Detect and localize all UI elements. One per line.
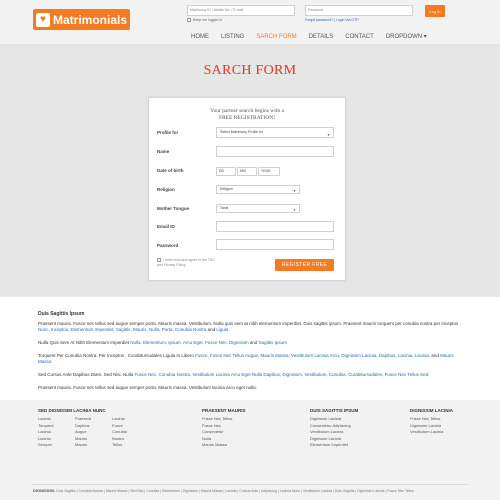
keep-logged-label: Keep me logged in bbox=[193, 18, 223, 22]
footer-col-list: Lacinia Praesent Lacinia Torquent Dapibu… bbox=[38, 416, 149, 449]
footer-col-2: PRAESENT MAURIS Fusce Nec Tellus Fusce N… bbox=[202, 408, 246, 449]
paragraph-text: Nulla Quis Sem At Nibh Elementum Imperdi… bbox=[38, 340, 131, 345]
chevron-down-icon: ▼ bbox=[293, 208, 296, 212]
dob-year-select[interactable]: YEAR bbox=[258, 167, 280, 176]
chevron-down-icon: ▼ bbox=[293, 189, 296, 193]
content-paragraph-5: Praesent mauris. Fusce nec tellus sed au… bbox=[38, 385, 257, 390]
name-label: Name bbox=[157, 149, 170, 154]
paragraph-text: Sed Cursus Ante Dapibus Diam. Sed Nisi. … bbox=[38, 372, 135, 377]
email-label: Email ID bbox=[157, 224, 175, 229]
nav-home[interactable]: HOME bbox=[185, 32, 215, 42]
login-otp-link[interactable]: Login Via OTP bbox=[336, 18, 359, 22]
content-section: Duis Sagittis Ipsum Praesent mauris. Fus… bbox=[38, 311, 468, 398]
site-logo[interactable]: ♥ Matrimonials bbox=[33, 9, 130, 30]
nav-contact[interactable]: CONTACT bbox=[339, 32, 380, 42]
chevron-down-icon: ▼ bbox=[327, 133, 330, 137]
dob-month-select[interactable]: MM bbox=[237, 167, 257, 176]
profile-for-value: Select Matrimony Profile for bbox=[220, 130, 263, 134]
form-heading-line1: Your partner search begins with a bbox=[210, 108, 284, 114]
terms-agreement[interactable]: I have read and agree to the T&C and Pri… bbox=[157, 258, 217, 268]
nav-listing[interactable]: LISTING bbox=[215, 32, 250, 42]
footer-link[interactable]: Tellus bbox=[112, 442, 149, 449]
email-field[interactable] bbox=[216, 221, 334, 232]
profile-for-label: Profile for bbox=[157, 130, 179, 135]
paragraph-text: Torquent Per Conubia Nostra. Per Incepto… bbox=[38, 353, 196, 358]
footer-col-3: DUIS SAGITTIS IPSUM Dignissim Lacinia Co… bbox=[310, 408, 358, 449]
terms-checkbox[interactable] bbox=[157, 258, 161, 263]
paragraph-links[interactable]: Fusce, Fusce Nec Tellus Augue, Mauris Ma… bbox=[195, 353, 430, 358]
footer-tags: DIGNISSIM: Duis Sagittis | Conubia Nostr… bbox=[33, 488, 469, 494]
footer-link[interactable]: Mauris Massa bbox=[202, 442, 246, 449]
paragraph-links[interactable]: Nunc, Inceptos, Elementum Imperdiet, Sag… bbox=[38, 327, 206, 332]
login-password-placeholder: Password bbox=[308, 8, 324, 12]
footer-divider bbox=[32, 484, 468, 485]
dob-year-value: YEAR bbox=[261, 169, 271, 173]
paragraph-links[interactable]: Nulla, Elementum, Ipsum, Arcu Eget, Fusc… bbox=[130, 340, 248, 345]
mother-tongue-select[interactable]: Tamil ▼ bbox=[216, 204, 300, 213]
login-links: Forgot password? | Login Via OTP bbox=[305, 18, 359, 22]
religion-value: Religion bbox=[220, 187, 233, 191]
password-field[interactable] bbox=[216, 239, 334, 250]
footer-col-list: Fusce Nec Tellus Dignissim Lacinia Vesti… bbox=[410, 416, 453, 436]
religion-select[interactable]: Religion ▼ bbox=[216, 185, 300, 194]
keep-logged-checkbox[interactable] bbox=[187, 18, 191, 22]
content-paragraph-4: Sed Cursus Ante Dapibus Diam. Sed Nisi. … bbox=[38, 372, 468, 378]
dob-day-value: DD bbox=[219, 169, 225, 173]
footer-link[interactable]: Elementum Imperdiet bbox=[310, 442, 358, 449]
content-heading: Duis Sagittis Ipsum bbox=[38, 311, 85, 317]
mother-tongue-label: Mother Tongue bbox=[157, 206, 190, 211]
login-id-placeholder: Matrimony ID / Mobile No. / E-mail bbox=[190, 8, 244, 12]
paragraph-text: and bbox=[248, 340, 259, 345]
heart-icon: ♥ bbox=[36, 12, 50, 27]
keep-logged-in[interactable]: Keep me logged in bbox=[187, 18, 222, 22]
footer-link[interactable]: Mauris bbox=[75, 442, 112, 449]
dob-month-value: MM bbox=[240, 169, 246, 173]
register-free-button[interactable]: REGISTER FREE bbox=[275, 259, 334, 271]
login-button[interactable]: Log in bbox=[425, 5, 445, 17]
form-heading-line2: FREE REGISTRATION! bbox=[218, 115, 276, 121]
footer-col-title: SED DIGNISSIM LACINIA NUNC bbox=[38, 408, 106, 413]
forgot-password-link[interactable]: Forgot password? bbox=[305, 18, 333, 22]
content-paragraph-3: Torquent Per Conubia Nostra. Per Incepto… bbox=[38, 353, 468, 365]
login-password-input[interactable]: Password bbox=[305, 5, 413, 16]
name-input[interactable] bbox=[216, 146, 334, 157]
dob-day-select[interactable]: DD bbox=[216, 167, 236, 176]
page-title: SARCH FORM bbox=[203, 63, 297, 78]
registration-form: Your partner search begins with a FREE R… bbox=[148, 97, 346, 281]
footer-col-list: Fusce Nec Tellus Fusce Nec Consectetur N… bbox=[202, 416, 246, 449]
paragraph-text: and bbox=[430, 353, 441, 358]
content-paragraph-2: Nulla Quis Sem At Nibh Elementum Imperdi… bbox=[38, 340, 468, 346]
nav-dropdown[interactable]: DROPDOWN ▾ bbox=[380, 32, 433, 42]
terms-text: I have read and agree to the T&C and Pri… bbox=[157, 258, 215, 267]
paragraph-link[interactable]: Sagittis Ipsum bbox=[259, 340, 287, 345]
footer-tags-list[interactable]: Duis Sagittis | Conubia Nostra | Mauris … bbox=[56, 489, 414, 493]
footer-col-4: DIGNISSIM LACINIA Fusce Nec Tellus Digni… bbox=[410, 408, 453, 436]
login-id-input[interactable]: Matrimony ID / Mobile No. / E-mail bbox=[187, 5, 295, 16]
paragraph-link[interactable]: Ligula bbox=[216, 327, 228, 332]
footer-col-title: PRAESENT MAURIS bbox=[202, 408, 246, 413]
form-heading: Your partner search begins with a FREE R… bbox=[149, 108, 345, 122]
footer-col-1: SED DIGNISSIM LACINIA NUNC Lacinia Praes… bbox=[38, 408, 149, 449]
nav-search-form[interactable]: SARCH FORM bbox=[250, 32, 302, 42]
footer-col-list: Dignissim Lacinia Consectetur Adipiscing… bbox=[310, 416, 358, 449]
religion-label: Religion bbox=[157, 187, 175, 192]
content-paragraph-1: Praesent mauris. Fusce nec tellus sed au… bbox=[38, 321, 468, 333]
logo-text: Matrimonials bbox=[53, 12, 128, 27]
main-nav: HOME LISTING SARCH FORM DETAILS CONTACT … bbox=[185, 32, 433, 42]
footer-col-title: DIGNISSIM LACINIA bbox=[410, 408, 454, 413]
footer-link[interactable]: Vestibulum Lacinia bbox=[410, 429, 453, 436]
nav-details[interactable]: DETAILS bbox=[303, 32, 340, 42]
paragraph-text: and bbox=[206, 327, 217, 332]
footer-tags-label: DIGNISSIM: bbox=[33, 488, 56, 493]
paragraph-links[interactable]: Fusce Nec, Conubia Nostra, Vestibulum La… bbox=[135, 372, 430, 377]
profile-for-select[interactable]: Select Matrimony Profile for ▼ bbox=[216, 127, 334, 138]
mother-tongue-value: Tamil bbox=[220, 206, 229, 210]
dob-label: Date of birth bbox=[157, 168, 184, 173]
site-header: ♥ Matrimonials Matrimony ID / Mobile No.… bbox=[0, 0, 500, 44]
footer-col-title: DUIS SAGITTIS IPSUM bbox=[310, 408, 359, 413]
site-footer: SED DIGNISSIM LACINIA NUNC Lacinia Praes… bbox=[0, 400, 500, 500]
password-label: Password bbox=[157, 243, 179, 248]
paragraph-text: Praesent mauris. Fusce nec tellus sed au… bbox=[38, 321, 459, 326]
footer-link[interactable]: Semper bbox=[38, 442, 75, 449]
